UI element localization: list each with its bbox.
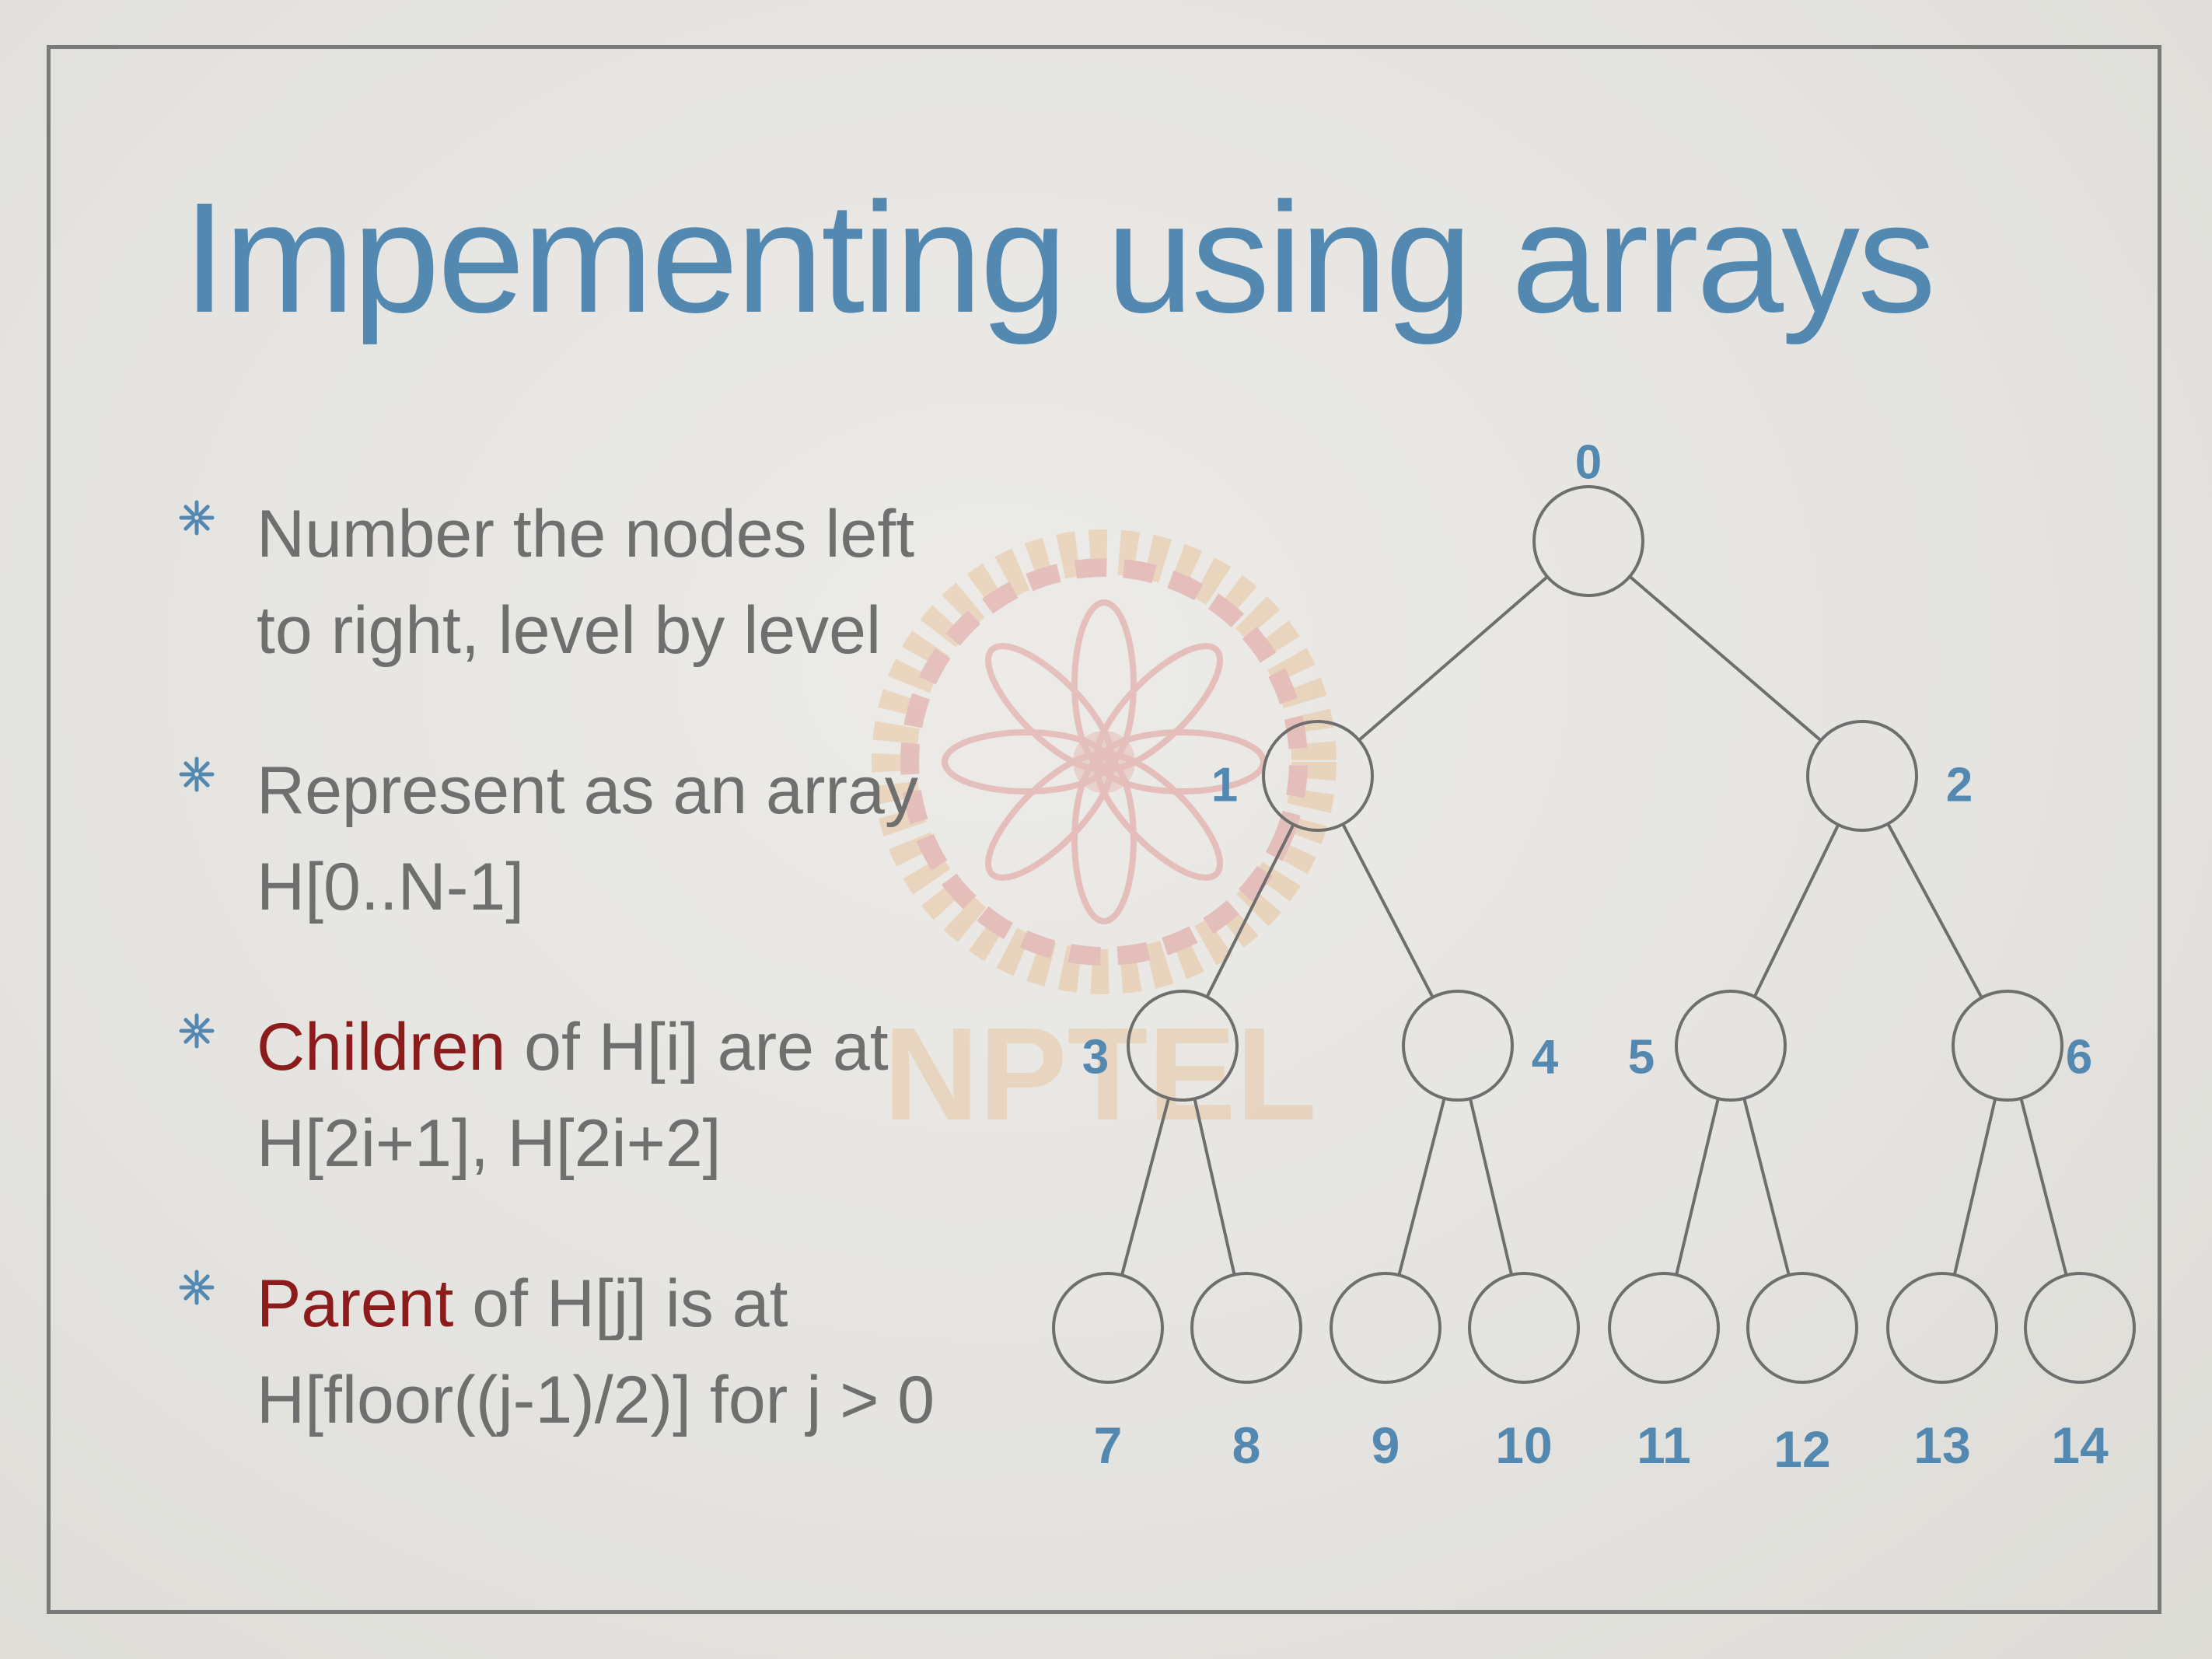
node-index-label: 11 bbox=[1637, 1416, 1691, 1474]
tree-edge bbox=[2019, 1098, 2068, 1276]
tree-edge bbox=[1341, 823, 1434, 998]
tree-node bbox=[1468, 1272, 1580, 1384]
slide: NPTEL Impementing using arrays Number th… bbox=[0, 0, 2212, 1659]
tree-node bbox=[1262, 720, 1374, 832]
node-index-label: 8 bbox=[1232, 1416, 1261, 1474]
tree-node bbox=[1746, 1272, 1858, 1384]
node-index-label: 4 bbox=[1532, 1030, 1559, 1084]
tree-node bbox=[1608, 1272, 1720, 1384]
node-index-label: 1 bbox=[1211, 758, 1238, 812]
node-index-label: 2 bbox=[1946, 758, 1973, 812]
tree-node bbox=[1190, 1272, 1302, 1384]
tree-node bbox=[1052, 1272, 1164, 1384]
tree-node bbox=[1127, 990, 1239, 1102]
node-index-label: 9 bbox=[1372, 1416, 1400, 1474]
tree-node bbox=[1952, 990, 2063, 1102]
node-index-label: 6 bbox=[2066, 1030, 2092, 1084]
node-index-label: 12 bbox=[1773, 1420, 1830, 1478]
tree-edge bbox=[1628, 575, 1822, 742]
tree-node bbox=[1330, 1272, 1441, 1384]
node-index-label: 0 bbox=[1575, 435, 1602, 489]
node-index-label: 5 bbox=[1628, 1030, 1655, 1084]
tree-edge bbox=[1469, 1098, 1513, 1276]
tree-edge bbox=[1358, 575, 1549, 742]
tree-edge bbox=[1205, 823, 1295, 998]
tree-node bbox=[2024, 1272, 2136, 1384]
tree-node bbox=[1402, 990, 1514, 1102]
tree-edge bbox=[1193, 1098, 1236, 1276]
tree-node bbox=[1886, 1272, 1998, 1384]
tree-edge bbox=[1397, 1098, 1446, 1276]
tree-node bbox=[1675, 990, 1787, 1102]
tree-edge bbox=[1675, 1098, 1720, 1276]
node-index-label: 14 bbox=[2051, 1416, 2109, 1474]
tree-edge bbox=[1752, 824, 1840, 997]
binary-tree-diagram: 01 23 4 5 67 8 9 10 11 12 13 14 bbox=[1052, 435, 2136, 1478]
tree-edge bbox=[1886, 823, 1983, 999]
tree-node bbox=[1532, 485, 1644, 597]
node-index-label: 10 bbox=[1495, 1416, 1552, 1474]
node-index-label: 3 bbox=[1082, 1030, 1109, 1084]
tree-edge bbox=[1120, 1098, 1171, 1276]
tree-edge bbox=[1952, 1098, 1997, 1276]
node-index-label: 13 bbox=[1913, 1416, 1970, 1474]
tree-edge bbox=[1742, 1098, 1791, 1276]
tree-node bbox=[1806, 720, 1918, 832]
node-index-label: 7 bbox=[1094, 1416, 1123, 1474]
